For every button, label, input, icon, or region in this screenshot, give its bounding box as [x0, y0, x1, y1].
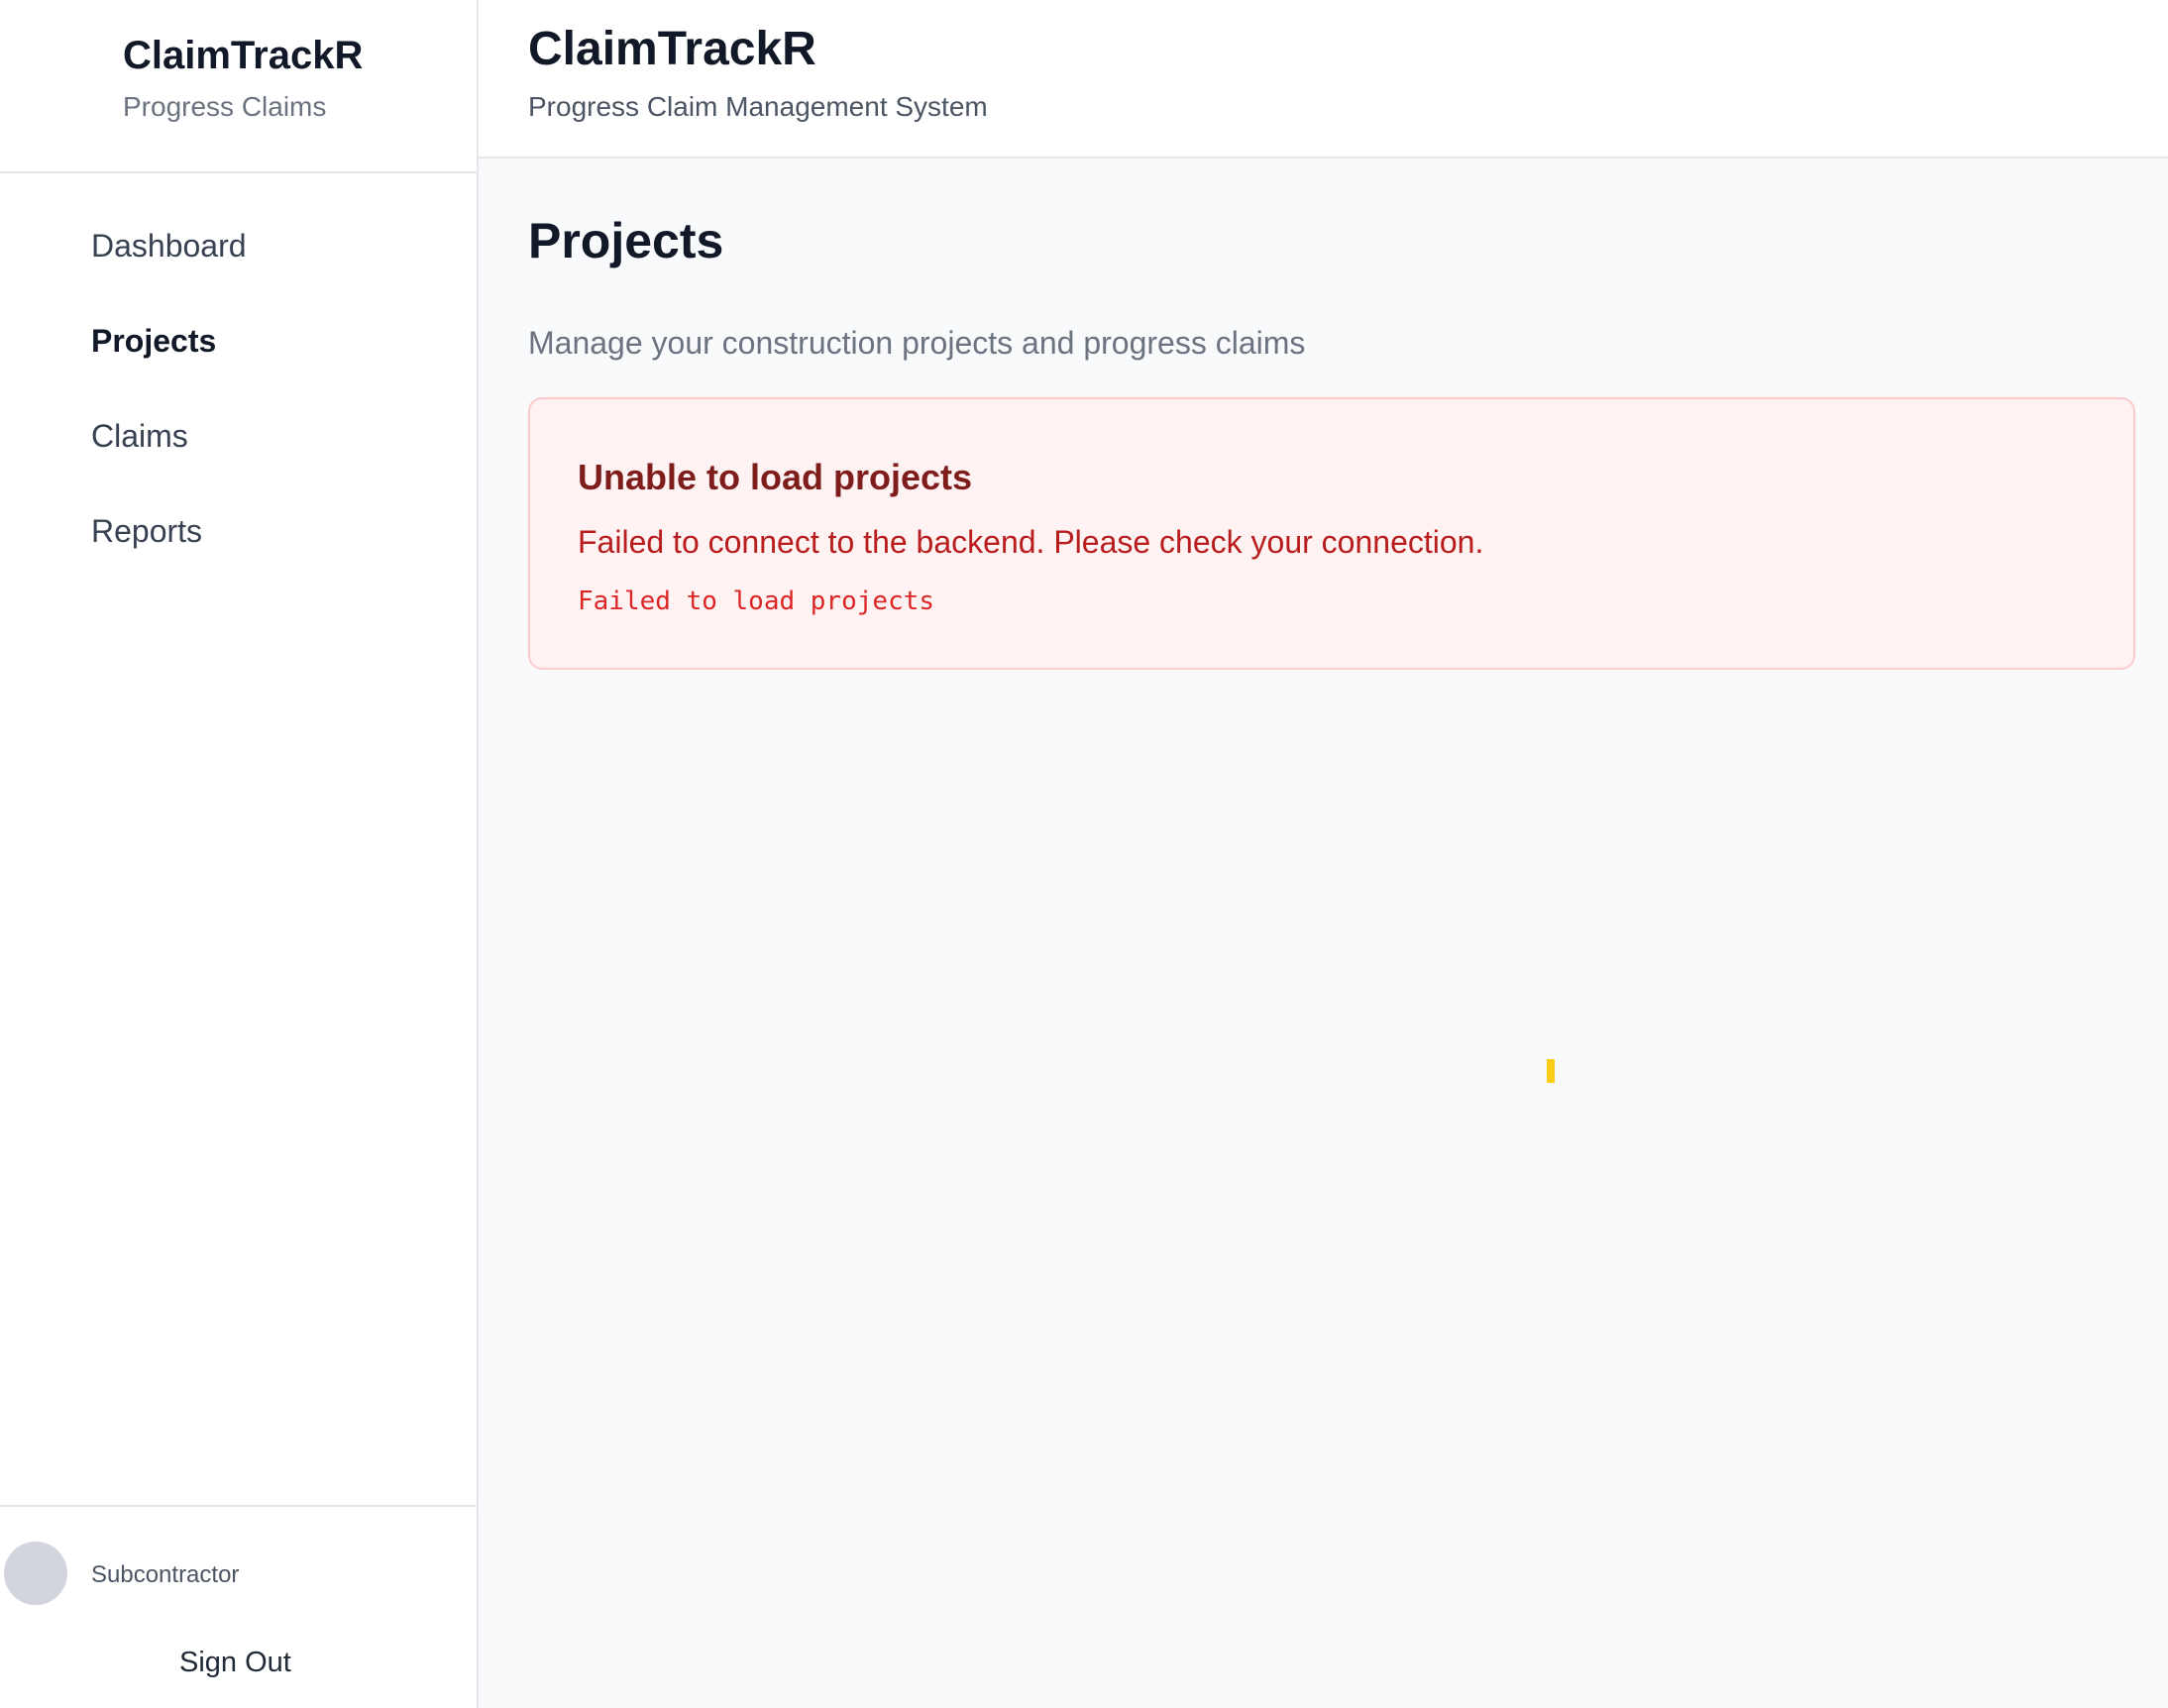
sign-out-button[interactable]: Sign Out	[179, 1647, 291, 1679]
error-alert: Unable to load projects Failed to connec…	[528, 397, 2135, 670]
page-title: Projects	[528, 213, 724, 268]
app-subtitle: Progress Claim Management System	[528, 91, 988, 122]
top-header: ClaimTrackR Progress Claim Management Sy…	[479, 0, 2168, 159]
page-description: Manage your construction projects and pr…	[528, 325, 1306, 361]
sidebar: ClaimTrackR Progress Claims Dashboard Pr…	[0, 0, 479, 1708]
error-title: Unable to load projects	[578, 457, 973, 497]
error-detail: Failed to load projects	[578, 587, 935, 616]
app-title: ClaimTrackR	[528, 23, 816, 75]
user-panel: Subcontractor Sign Out	[0, 1505, 477, 1708]
avatar	[4, 1542, 67, 1605]
brand-subtitle: Progress Claims	[123, 91, 327, 122]
sidebar-item-claims[interactable]: Claims	[91, 418, 188, 455]
sidebar-item-dashboard[interactable]: Dashboard	[91, 228, 247, 265]
user-role: Subcontractor	[91, 1561, 240, 1588]
sidebar-item-reports[interactable]: Reports	[91, 513, 202, 550]
text-cursor-marker	[1547, 1059, 1555, 1083]
sidebar-brand: ClaimTrackR Progress Claims	[0, 0, 477, 173]
brand-title: ClaimTrackR	[123, 34, 364, 77]
sidebar-item-projects[interactable]: Projects	[91, 323, 216, 360]
error-message: Failed to connect to the backend. Please…	[578, 524, 1484, 560]
